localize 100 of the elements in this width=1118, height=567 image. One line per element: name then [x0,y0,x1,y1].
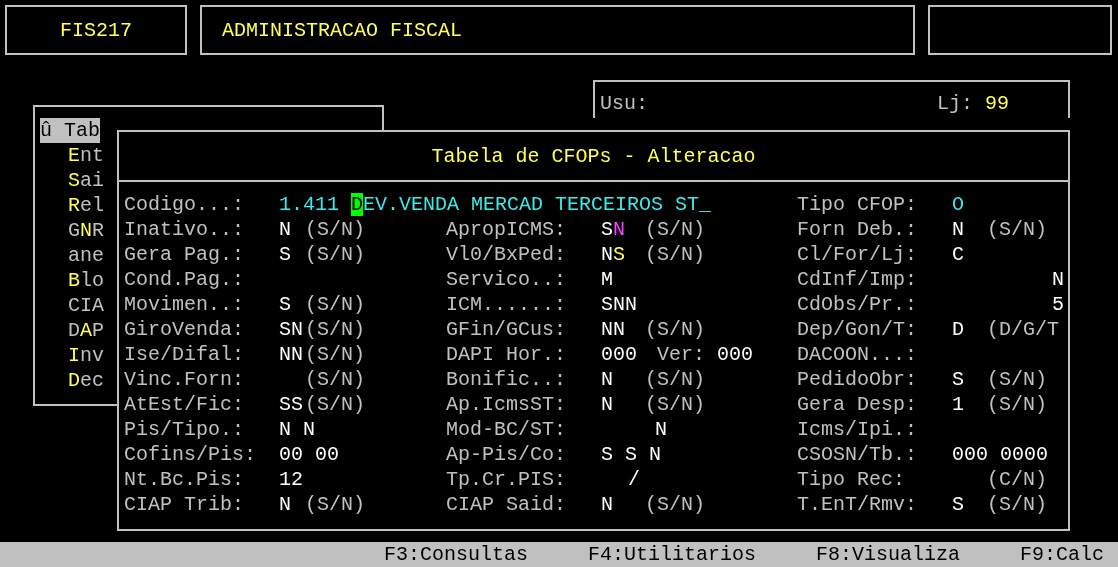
field-label: AtEst/Fic: [124,392,246,417]
field-label: GFin/GCus: [446,317,568,342]
field-value[interactable]: 000 [717,342,754,367]
menu-item[interactable]: ane [68,244,104,267]
field-label: CdObs/Pr.: [797,292,919,317]
field-label: Icms/Ipi.: [797,417,919,442]
function-key[interactable]: F8:Visualiza [815,543,960,566]
field-label: T.EnT/Rmv: [797,492,919,517]
field-label: Pis/Tipo.: [124,417,246,442]
field-value[interactable]: S [952,367,987,392]
field-value[interactable]: N [601,417,667,442]
field-label: CdInf/Imp: [797,267,919,292]
field-value[interactable]: N [952,267,1064,292]
field-label: Ap.IcmsST: [446,392,568,417]
field-label: GiroVenda: [124,317,246,342]
option-hint: (S/N) [645,242,705,267]
field-label: DACOON...: [797,342,919,367]
field-value[interactable]: 12 [279,467,305,492]
field-label: Servico..: [446,267,568,292]
field-label: Ap-Pis/Co: [446,442,568,467]
option-hint: (S/N) [305,392,365,417]
option-hint: (S/N) [645,317,705,342]
field-label: Codigo...: [124,192,246,217]
field-label: Gera Pag.: [124,242,246,267]
field-value[interactable]: SS [279,392,305,417]
field-value[interactable]: S S N [601,442,661,467]
menu-item[interactable]: CIA [68,294,104,317]
field-label: DAPI Hor.: [446,342,568,367]
field-label: Tp.Cr.PIS: [446,467,568,492]
field-value[interactable]: S [279,292,305,317]
menu-item[interactable]: Sai [68,169,105,192]
field-value[interactable]: N N [279,417,315,442]
field-value[interactable]: N [279,492,305,517]
option-hint: (S/N) [305,217,365,242]
field-value[interactable]: 1 [952,392,987,417]
field-label: Tipo Rec: [797,467,907,492]
field-label: Ver: [657,342,705,367]
option-hint: (S/N) [305,242,365,267]
user-label: Usu: [600,91,649,115]
field-label: Nt.Bc.Pis: [124,467,246,492]
option-hint: (S/N) [305,367,365,392]
menu-item[interactable]: Blo [68,269,105,292]
option-hint: (S/N) [305,292,365,317]
option-hint: (S/N) [987,217,1047,242]
field-value[interactable]: SNN [601,292,645,317]
field-value[interactable]: M [601,267,645,292]
field-label: Ise/Difal: [124,342,246,367]
field-value[interactable]: S [279,242,305,267]
field-label: CIAP Trib: [124,492,246,517]
field-value[interactable]: N [601,392,645,417]
menu-item[interactable]: Rel [68,194,105,217]
menu-item[interactable]: Ent [68,144,105,167]
field-value[interactable]: N [601,492,645,517]
field-value[interactable]: S [952,492,987,517]
field-value[interactable]: 000 [601,342,645,367]
field-value[interactable]: NN [279,342,305,367]
field-value[interactable]: N [601,367,645,392]
field-value[interactable]: 5 [952,292,1064,317]
field-value[interactable]: / [601,467,667,492]
option-hint: (S/N) [987,392,1047,417]
field-label: Cond.Pag.: [124,267,246,292]
field-label: Bonific..: [446,367,568,392]
description-field[interactable]: DEV.VENDA MERCAD TERCEIROS ST_ [351,192,712,217]
option-hint: (S/N) [645,492,705,517]
menu-item[interactable]: DAP [68,319,105,342]
field-value[interactable]: SN [279,317,305,342]
option-hint: (S/N) [645,217,705,242]
menu-item[interactable]: GNR [68,219,105,242]
field-label: CIAP Said: [446,492,568,517]
field-label: PedidoObr: [797,367,919,392]
field-value[interactable]: 1.411 [279,192,339,217]
store-label: Lj: [937,91,973,115]
option-hint: (D/G/T [987,317,1059,342]
field-value[interactable]: 00 00 [279,442,339,467]
field-label: Dep/Gon/T: [797,317,919,342]
field-value[interactable]: NS [601,242,645,267]
menu-item[interactable]: û Tab [40,118,100,143]
field-value[interactable]: SN [601,217,645,242]
field-value[interactable]: O [952,192,964,217]
field-label: Forn Deb.: [797,217,919,242]
field-value[interactable]: N [952,217,987,242]
function-key[interactable]: F9:Calc [1020,543,1104,566]
field-value[interactable]: N [279,217,305,242]
function-key[interactable]: F4:Utilitarios [587,543,756,566]
field-label: Vinc.Forn: [124,367,246,392]
field-value[interactable]: C [952,242,987,267]
function-key[interactable]: F3:Consultas [383,543,528,566]
module-title: ADMINISTRACAO FISCAL [200,5,915,55]
field-label: Cl/For/Lj: [797,242,919,267]
store-number: 99 [984,91,1010,115]
field-value[interactable]: NN [601,317,645,342]
field-label: Tipo CFOP: [797,192,919,217]
menu-item[interactable]: Inv [68,344,105,367]
field-value[interactable]: D [952,317,987,342]
menu-item[interactable]: Dec [68,369,105,392]
field-label: Movimen..: [124,292,246,317]
field-label: Vl0/BxPed: [446,242,568,267]
option-hint: (S/N) [987,492,1047,517]
option-hint: (S/N) [987,367,1047,392]
field-value[interactable]: 000 0000 [952,442,1048,467]
